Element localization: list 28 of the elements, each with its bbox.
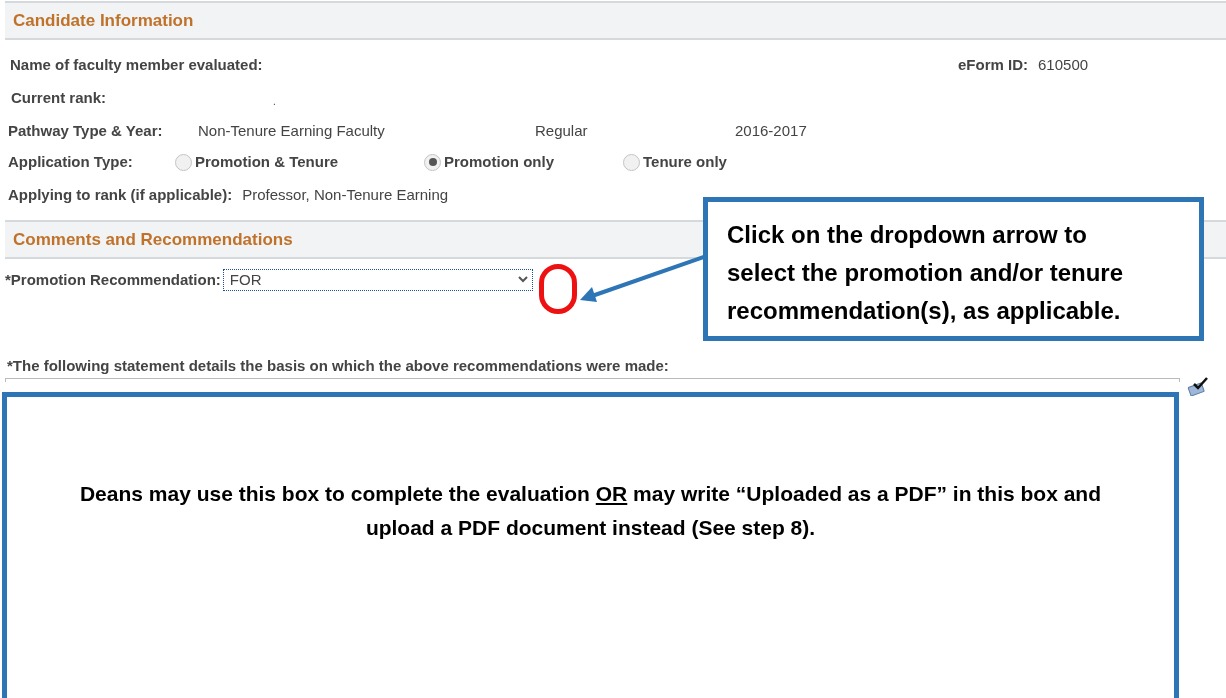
field-label: Pathway Type & Year: [8,120,164,141]
field-label: Current rank: [11,87,108,108]
radio-label: Promotion & Tenure [195,151,339,172]
section-title: Candidate Information [13,9,194,32]
recommendation-dropdown[interactable]: FOR [222,269,533,291]
field-label: *Promotion Recommendation: [5,269,221,290]
field-value: Regular [535,120,589,141]
radio-label: Tenure only [643,151,727,172]
field-label: Applying to rank (if applicable): [8,184,233,205]
callout-text: Deans may use this box to complete the evaluation OR may write “Uploaded as a PDF” in this box and upload a PDF document instead (See step 8). [78,481,1103,541]
statement-textarea[interactable] [5,378,1180,382]
field-label: Name of faculty member evaluated: [10,54,264,75]
field-label: eForm ID: [958,54,1028,75]
field-value: . [273,94,276,109]
radio-label: Promotion only [444,151,554,172]
radio-button[interactable] [424,153,441,171]
radio-button[interactable] [623,153,640,171]
field-value: Professor, Non-Tenure Earning [242,184,449,205]
field-label: *The following statement details the basis on which the above recommendations were made: [7,355,669,376]
radio-button[interactable] [175,153,192,171]
field-value: 2016-2017 [735,120,807,141]
field-value: Non-Tenure Earning Faculty [198,120,386,141]
spellcheck-icon [1186,376,1210,396]
section-title: Comments and Recommendations [13,228,293,251]
chevron-down-icon [516,276,529,284]
callout-text: Click on the dropdown arrow to select the promotion and/or tenure recommendation(s), as applicable. [727,220,1125,326]
field-label: Application Type: [8,151,134,172]
field-value: 610500 [1038,54,1089,75]
